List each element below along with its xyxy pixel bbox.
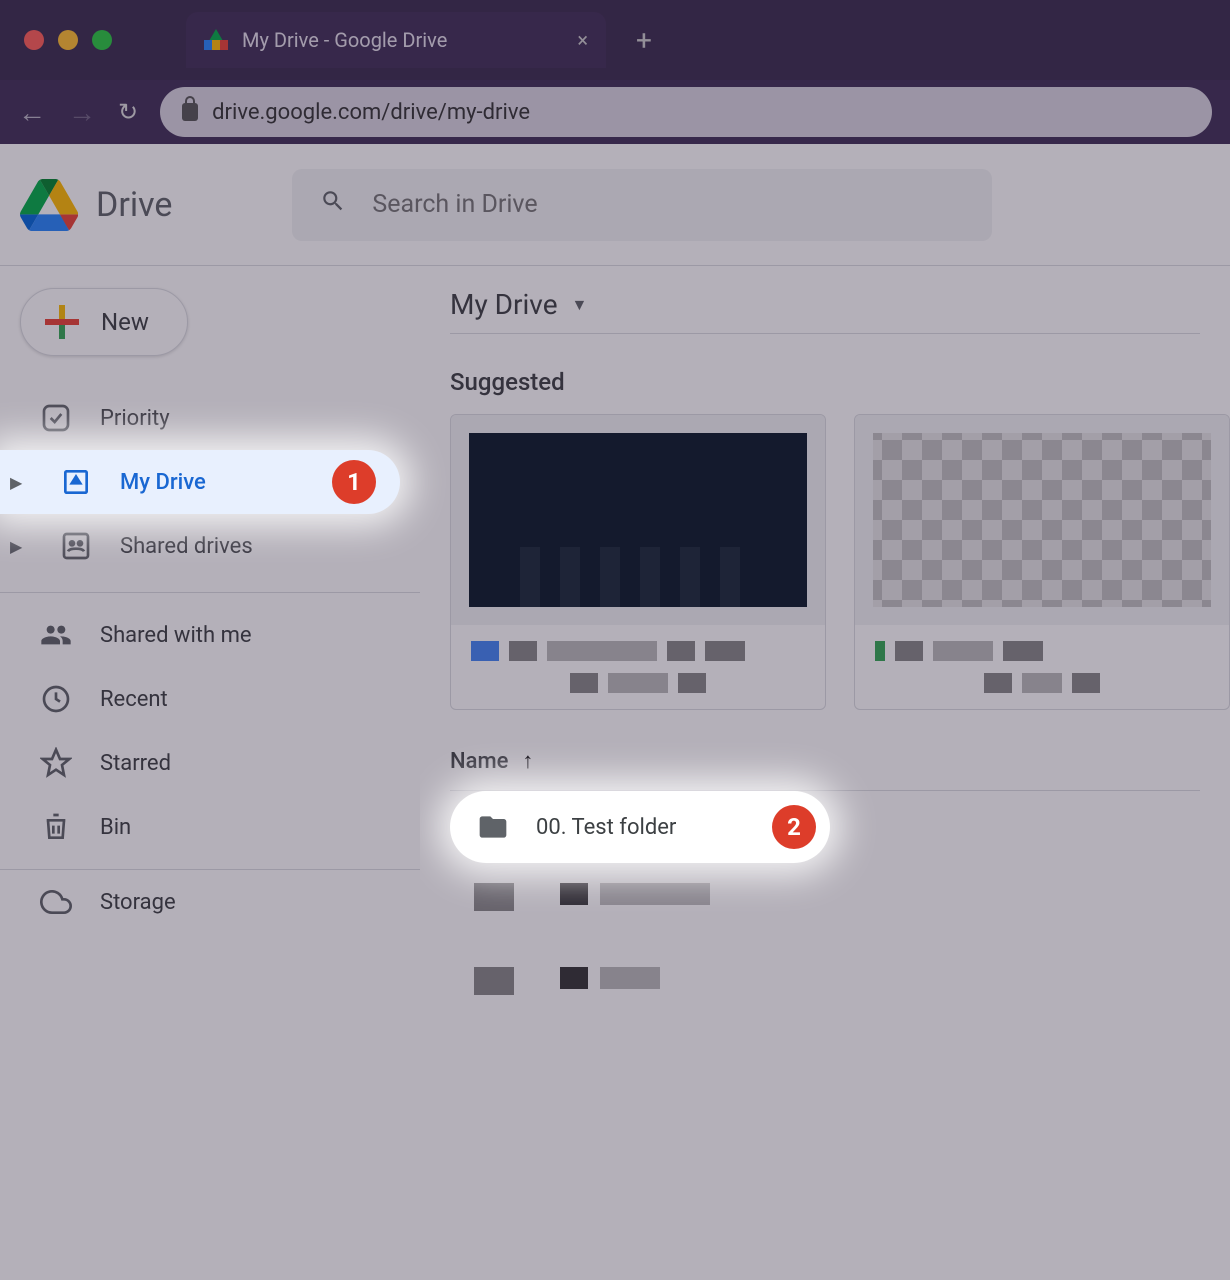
maximize-window-button[interactable] bbox=[92, 30, 112, 50]
sidebar-item-label: Bin bbox=[100, 815, 131, 840]
drive-logo-icon bbox=[20, 179, 78, 231]
sort-arrow-icon: ↑ bbox=[522, 748, 533, 774]
drive-favicon-icon bbox=[204, 29, 228, 51]
sidebar-item-priority[interactable]: Priority bbox=[0, 386, 420, 450]
browser-chrome: My Drive - Google Drive × + bbox=[0, 0, 1230, 80]
suggested-row bbox=[450, 414, 1230, 710]
file-row-test-folder[interactable]: 00. Test folder 2 bbox=[450, 791, 830, 863]
expand-icon[interactable]: ▶ bbox=[10, 537, 36, 556]
new-tab-button[interactable]: + bbox=[636, 24, 652, 57]
sidebar-item-label: Recent bbox=[100, 687, 168, 712]
sidebar-item-label: Starred bbox=[100, 751, 171, 776]
close-window-button[interactable] bbox=[24, 30, 44, 50]
tab-title: My Drive - Google Drive bbox=[242, 28, 447, 52]
url-bar[interactable]: drive.google.com/drive/my-drive bbox=[160, 87, 1212, 137]
search-input[interactable] bbox=[372, 190, 964, 219]
traffic-lights bbox=[0, 30, 136, 50]
sidebar-item-label: Shared with me bbox=[100, 623, 252, 648]
sidebar-item-storage[interactable]: Storage bbox=[0, 870, 420, 934]
reload-button[interactable]: ↻ bbox=[118, 98, 138, 126]
drive-body: New Priority ▶ My Drive 1 ▶ Shared drive… bbox=[0, 266, 1230, 1280]
annotation-badge-1: 1 bbox=[332, 460, 376, 504]
breadcrumb[interactable]: My Drive ▼ bbox=[450, 288, 1200, 334]
chevron-down-icon: ▼ bbox=[572, 295, 588, 315]
breadcrumb-label: My Drive bbox=[450, 288, 558, 321]
expand-icon[interactable]: ▶ bbox=[10, 473, 36, 492]
file-list-header[interactable]: Name ↑ bbox=[450, 748, 1200, 791]
sidebar-item-label: Shared drives bbox=[120, 534, 253, 559]
folder-icon bbox=[474, 811, 512, 843]
sidebar: New Priority ▶ My Drive 1 ▶ Shared drive… bbox=[0, 266, 420, 1280]
suggested-heading: Suggested bbox=[450, 368, 1230, 396]
suggested-card[interactable] bbox=[450, 414, 826, 710]
nav-list: Priority ▶ My Drive 1 ▶ Shared drives bbox=[0, 386, 420, 934]
forward-button[interactable]: → bbox=[68, 96, 96, 129]
main-content: My Drive ▼ Suggested bbox=[420, 266, 1230, 1280]
search-icon bbox=[320, 188, 346, 221]
file-row-blurred[interactable] bbox=[450, 883, 1230, 911]
new-button[interactable]: New bbox=[20, 288, 188, 356]
sidebar-item-label: My Drive bbox=[120, 470, 206, 495]
sidebar-item-shared-drives[interactable]: ▶ Shared drives bbox=[0, 514, 420, 578]
sidebar-item-recent[interactable]: Recent bbox=[0, 667, 420, 731]
file-row-blurred[interactable] bbox=[450, 967, 1230, 995]
sidebar-item-my-drive[interactable]: ▶ My Drive 1 bbox=[0, 450, 400, 514]
new-button-label: New bbox=[101, 308, 149, 336]
sidebar-item-shared-with-me[interactable]: Shared with me bbox=[0, 603, 420, 667]
annotation-badge-2: 2 bbox=[772, 805, 816, 849]
minimize-window-button[interactable] bbox=[58, 30, 78, 50]
close-tab-icon[interactable]: × bbox=[577, 28, 588, 52]
drive-app: Drive New Priority ▶ bbox=[0, 144, 1230, 1280]
browser-toolbar: ← → ↻ drive.google.com/drive/my-drive bbox=[0, 80, 1230, 144]
column-name: Name bbox=[450, 749, 508, 774]
suggested-thumbnail bbox=[855, 415, 1229, 625]
plus-icon bbox=[45, 305, 79, 339]
drive-header: Drive bbox=[0, 144, 1230, 266]
suggested-thumbnail bbox=[451, 415, 825, 625]
sidebar-item-bin[interactable]: Bin bbox=[0, 795, 420, 859]
suggested-card[interactable] bbox=[854, 414, 1230, 710]
browser-tab[interactable]: My Drive - Google Drive × bbox=[186, 12, 606, 68]
sidebar-item-starred[interactable]: Starred bbox=[0, 731, 420, 795]
sidebar-item-label: Priority bbox=[100, 406, 170, 431]
sidebar-item-label: Storage bbox=[100, 890, 176, 915]
search-box[interactable] bbox=[292, 169, 992, 241]
file-row-name: 00. Test folder bbox=[536, 815, 676, 840]
back-button[interactable]: ← bbox=[18, 96, 46, 129]
lock-icon bbox=[182, 103, 198, 121]
drive-logo[interactable]: Drive bbox=[20, 179, 172, 231]
url-text: drive.google.com/drive/my-drive bbox=[212, 100, 530, 125]
product-name: Drive bbox=[96, 185, 172, 225]
